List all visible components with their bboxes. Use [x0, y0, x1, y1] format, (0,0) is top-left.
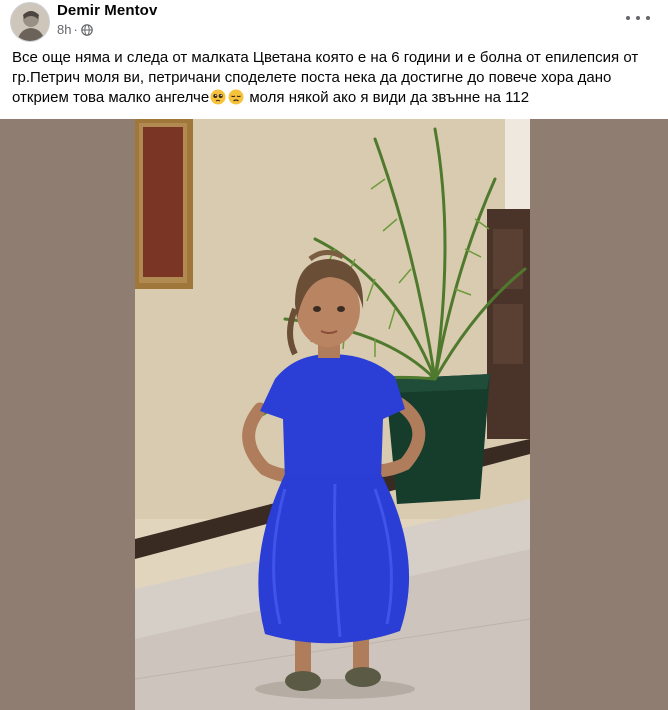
meta-separator: ·: [73, 22, 78, 37]
post-media[interactable]: [0, 119, 668, 710]
post-header: Demir Mentov 8h ·: [0, 0, 668, 42]
photo-illustration: [135, 119, 530, 710]
post-timestamp[interactable]: 8h: [57, 22, 71, 38]
post-text-tail: моля някой ако я види да звънне на 112: [245, 89, 530, 106]
post-meta: 8h ·: [57, 22, 93, 38]
post-photo[interactable]: [135, 119, 530, 710]
facebook-post: Demir Mentov 8h · Все още няма и следа о…: [0, 0, 668, 710]
author-name[interactable]: Demir Mentov: [57, 2, 157, 20]
post-text: Все още няма и следа от малката Цветана …: [12, 48, 658, 108]
more-options-icon[interactable]: [626, 8, 650, 28]
avatar[interactable]: [10, 2, 50, 42]
pleading-face-emoji: [210, 89, 226, 105]
disappointed-face-emoji: [228, 89, 244, 105]
globe-icon: [81, 24, 93, 36]
